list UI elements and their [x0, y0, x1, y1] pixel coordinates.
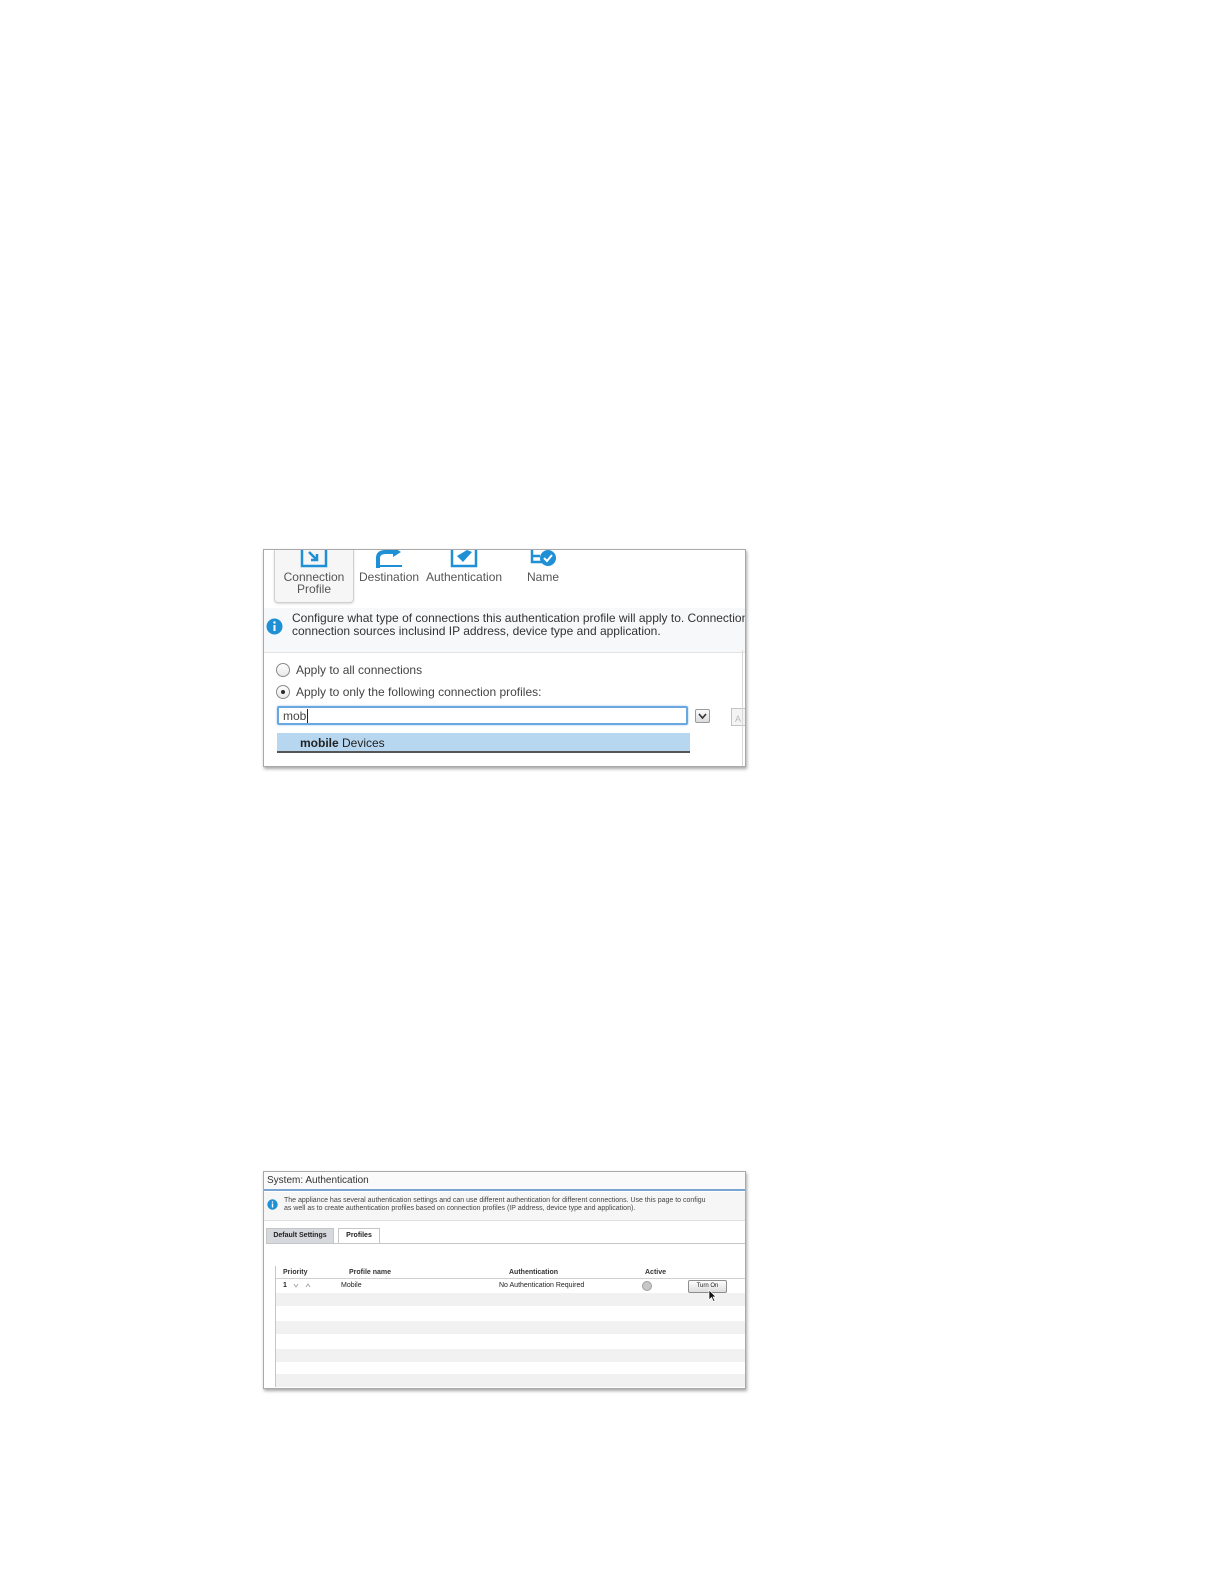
info-text-line2: as well as to create authentication prof… [284, 1205, 636, 1212]
info-text-line2: connection sources inclusind IP address,… [292, 624, 661, 638]
radio-button-unchecked[interactable] [276, 662, 290, 677]
tab-default-settings[interactable]: Default Settings [266, 1228, 334, 1243]
radio-apply-all[interactable]: Apply to all connections [276, 662, 423, 678]
search-input-value: mob [283, 709, 307, 723]
info-icon [267, 1199, 278, 1210]
connection-profile-wizard-screenshot: Connection Profile Destination Authentic… [263, 549, 746, 767]
add-profile-button[interactable]: A [731, 708, 745, 726]
radio-apply-following-label: Apply to only the following connection p… [296, 685, 542, 699]
step-connection-profile[interactable]: Connection Profile [274, 550, 354, 603]
step-destination-label: Destination [359, 570, 420, 584]
add-profile-button-label: A [735, 714, 742, 724]
row-profile-name: Mobile [341, 1282, 362, 1289]
chevron-up-icon[interactable] [305, 1283, 311, 1288]
chevron-down-icon [698, 713, 707, 720]
column-header-priority[interactable]: Priority [283, 1269, 308, 1276]
mouse-cursor-icon [708, 1289, 717, 1302]
table-row-empty [276, 1293, 745, 1306]
step-authentication[interactable]: Authentication [426, 550, 502, 583]
autocomplete-suggestion-mobile-devices[interactable]: mobile Devices [277, 733, 690, 753]
system-authentication-screenshot: System: Authentication The appliance has… [263, 1171, 746, 1389]
destination-icon [376, 550, 402, 568]
chevron-down-icon[interactable] [293, 1283, 299, 1288]
authentication-icon [450, 550, 478, 568]
divider [742, 650, 743, 766]
window-title: System: Authentication [264, 1172, 745, 1191]
name-check-icon [530, 550, 556, 566]
column-header-authentication[interactable]: Authentication [509, 1269, 558, 1276]
row-priority: 1 [283, 1282, 287, 1289]
step-destination[interactable]: Destination [359, 550, 419, 583]
connection-profile-search-input[interactable]: mob [277, 706, 688, 725]
radio-apply-all-label: Apply to all connections [296, 663, 423, 677]
info-icon [266, 618, 283, 635]
column-header-active[interactable]: Active [645, 1269, 666, 1276]
table-row-empty [276, 1374, 745, 1387]
radio-button-checked[interactable] [276, 684, 290, 699]
inactive-status-icon [642, 1281, 652, 1291]
table-row-empty [276, 1349, 745, 1362]
info-text: Configure what type of connections this … [292, 612, 745, 638]
dropdown-toggle-button[interactable] [695, 709, 710, 723]
wizard-steps: Connection Profile Destination Authentic… [264, 550, 745, 606]
step-name-label: Name [526, 570, 559, 584]
step-authentication-label: Authentication [426, 570, 503, 584]
table-row-empty [276, 1321, 745, 1334]
suggestion-match-text: mobile [300, 736, 339, 750]
step-name[interactable]: Name [514, 550, 572, 583]
info-text: The appliance has several authentication… [284, 1197, 706, 1213]
row-authentication: No Authentication Required [499, 1282, 585, 1289]
step-connection-profile-line2: Profile [296, 582, 331, 596]
tab-profiles[interactable]: Profiles [338, 1228, 380, 1243]
divider [266, 1243, 745, 1244]
radio-apply-following[interactable]: Apply to only the following connection p… [276, 684, 542, 700]
suggestion-rest-text: Devices [338, 736, 385, 750]
divider [276, 1278, 745, 1279]
column-header-profile-name[interactable]: Profile name [349, 1269, 391, 1276]
info-text-line1: The appliance has several authentication… [284, 1197, 706, 1204]
connection-profile-icon [300, 550, 328, 568]
